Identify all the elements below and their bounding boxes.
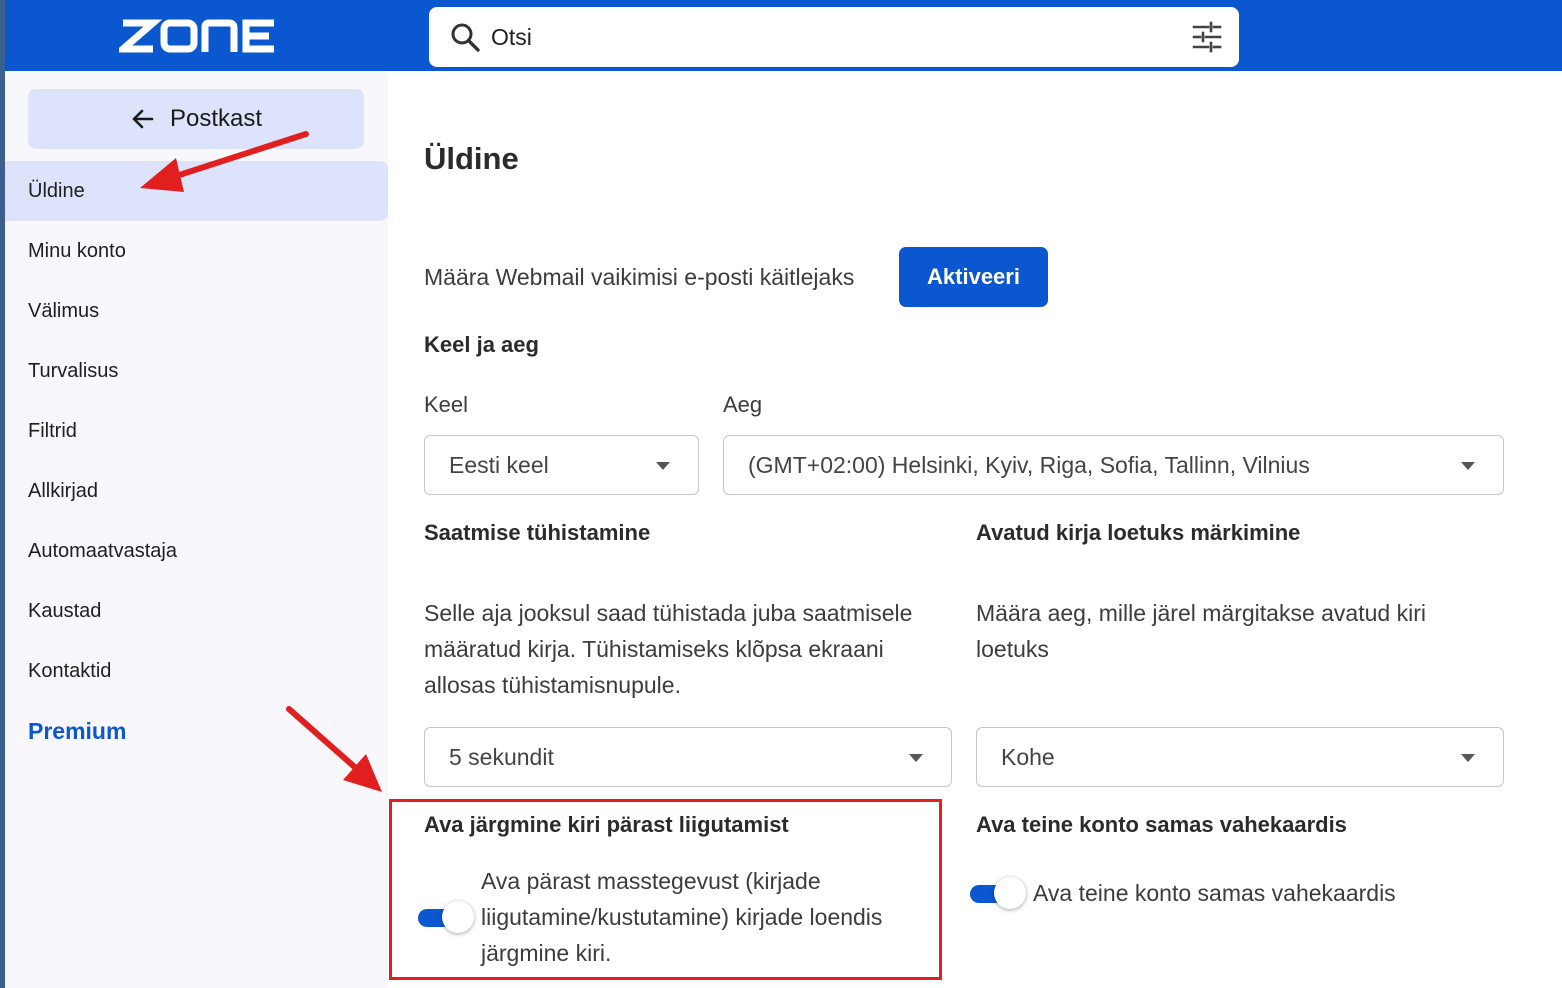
description-line: Selle aja jooksul saad tühistada juba sa…	[424, 600, 913, 626]
sidebar-item-filters[interactable]: Filtrid	[5, 401, 388, 461]
sidebar-item-folders[interactable]: Kaustad	[5, 581, 388, 641]
description-line: loetuks	[976, 636, 1049, 662]
sidebar-item-label: Allkirjad	[28, 479, 99, 502]
sidebar-item-label: Kaustad	[28, 599, 102, 622]
open-next-toggle-label: Ava pärast masstegevust (kirjade liiguta…	[481, 863, 941, 971]
page-title: Üldine	[424, 141, 519, 176]
mark-read-heading: Avatud kirja loetuks märkimine	[976, 520, 1301, 545]
sidebar-item-label: Automaatvastaja	[28, 539, 177, 562]
chevron-down-icon	[1461, 754, 1475, 762]
mark-read-description: Määra aeg, mille järel märgitakse avatud…	[976, 595, 1506, 667]
other-account-toggle-label: Ava teine konto samas vahekaardis	[1033, 880, 1396, 906]
chevron-down-icon	[1461, 462, 1475, 470]
undo-send-select-value: 5 sekundit	[449, 743, 554, 770]
chevron-down-icon	[909, 754, 923, 762]
language-time-heading: Keel ja aeg	[424, 332, 539, 357]
timezone-select[interactable]: (GMT+02:00) Helsinki, Kyiv, Riga, Sofia,…	[723, 435, 1504, 495]
sidebar-item-general[interactable]: Üldine	[5, 161, 388, 221]
settings-sidebar: Postkast Üldine Minu konto Välimus Turva…	[5, 71, 388, 988]
open-next-heading: Ava järgmine kiri pärast liigutamist	[424, 812, 789, 837]
description-line: allosas tühistamisnupule.	[424, 672, 681, 698]
sidebar-item-label: Turvalisus	[28, 359, 119, 382]
toggle-label-line: Ava pärast masstegevust (kirjade	[481, 868, 821, 894]
arrow-left-icon	[132, 109, 154, 129]
description-line: Määra aeg, mille järel märgitakse avatud…	[976, 600, 1426, 626]
sidebar-item-contacts[interactable]: Kontaktid	[5, 641, 388, 701]
sidebar-item-label: Üldine	[28, 179, 85, 202]
undo-send-heading: Saatmise tühistamine	[424, 520, 651, 545]
back-to-inbox-button[interactable]: Postkast	[28, 89, 364, 149]
search-options-icon[interactable]	[1191, 21, 1223, 53]
toggle-knob	[994, 877, 1026, 909]
back-button-label: Postkast	[169, 105, 263, 132]
sidebar-item-signatures[interactable]: Allkirjad	[5, 461, 388, 521]
sidebar-item-autoresponder[interactable]: Automaatvastaja	[5, 521, 388, 581]
timezone-select-value: (GMT+02:00) Helsinki, Kyiv, Riga, Sofia,…	[748, 451, 1310, 478]
sidebar-item-label: Välimus	[28, 299, 100, 322]
language-label: Keel	[424, 392, 469, 417]
zone-logo	[119, 19, 274, 53]
search-bar	[429, 7, 1239, 67]
mark-read-select-value: Kohe	[1001, 743, 1055, 770]
open-next-toggle[interactable]	[418, 899, 474, 935]
sidebar-item-label: Minu konto	[28, 239, 126, 262]
language-select[interactable]: Eesti keel	[424, 435, 699, 495]
settings-content: Üldine Määra Webmail vaikimisi e-posti k…	[388, 71, 1562, 988]
search-input[interactable]	[491, 17, 1171, 57]
sidebar-item-premium[interactable]: Premium	[5, 701, 388, 761]
toggle-label-line: liigutamine/kustutamine) kirjade loendis	[481, 904, 883, 930]
other-account-toggle[interactable]	[970, 875, 1026, 911]
sidebar-item-label: Kontaktid	[28, 659, 112, 682]
time-label: Aeg	[723, 392, 763, 417]
sidebar-item-my-account[interactable]: Minu konto	[5, 221, 388, 281]
toggle-knob	[442, 901, 474, 933]
activate-button[interactable]: Aktiveeri	[899, 247, 1048, 307]
chevron-down-icon	[656, 462, 670, 470]
description-line: määratud kirja. Tühistamiseks klõpsa ekr…	[424, 636, 884, 662]
undo-send-description: Selle aja jooksul saad tühistada juba sa…	[424, 595, 954, 703]
sidebar-item-label: Premium	[28, 717, 127, 744]
undo-send-select[interactable]: 5 sekundit	[424, 727, 952, 787]
language-select-value: Eesti keel	[449, 451, 549, 478]
sidebar-item-security[interactable]: Turvalisus	[5, 341, 388, 401]
other-account-heading: Ava teine konto samas vahekaardis	[976, 812, 1347, 837]
search-icon	[451, 23, 480, 52]
default-handler-text: Määra Webmail vaikimisi e-posti käitleja…	[424, 264, 855, 290]
sidebar-item-label: Filtrid	[28, 419, 77, 442]
mark-read-select[interactable]: Kohe	[976, 727, 1504, 787]
toggle-label-line: järgmine kiri.	[481, 940, 612, 966]
sidebar-item-appearance[interactable]: Välimus	[5, 281, 388, 341]
top-bar	[5, 0, 1562, 71]
